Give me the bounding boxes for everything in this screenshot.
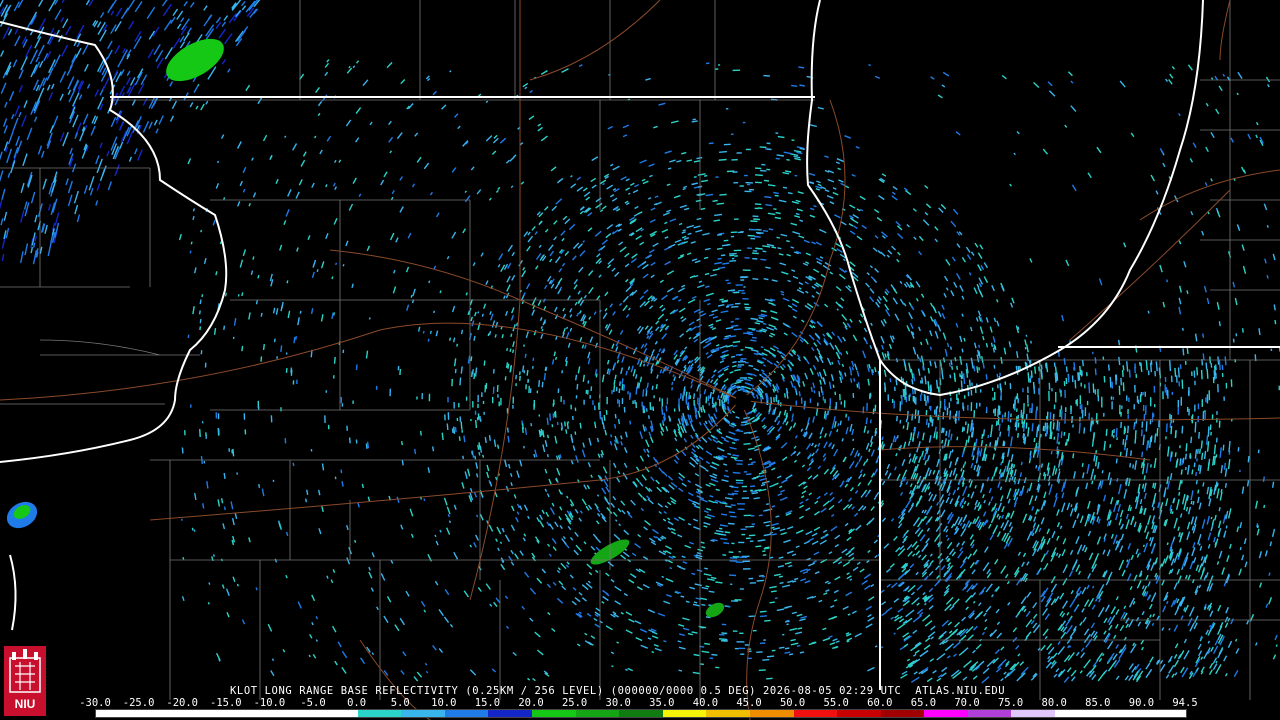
scale-tick-label: 80.0	[1041, 697, 1067, 709]
scale-tick-label: 55.0	[823, 697, 849, 709]
scale-color-segment	[837, 710, 881, 717]
scale-color-segment	[488, 710, 532, 717]
scale-color-segment	[1011, 710, 1056, 717]
scale-color-segment	[313, 710, 358, 717]
scale-tick-label: 10.0	[431, 697, 457, 709]
scale-tick-label: 65.0	[910, 697, 937, 709]
scale-tick-label: 40.0	[692, 697, 719, 709]
scale-color-segment	[401, 710, 445, 717]
scale-color-segment	[531, 710, 576, 717]
radar-site-marker	[735, 394, 751, 410]
scale-tick-label: 85.0	[1085, 697, 1111, 709]
scale-color-segment	[662, 710, 707, 717]
product-title: KLOT LONG RANGE BASE REFLECTIVITY (0.25K…	[230, 685, 1006, 697]
scale-tick-label: -5.0	[300, 697, 326, 709]
scale-tick-label: 20.0	[518, 697, 544, 709]
scale-tick-label: 25.0	[561, 697, 588, 709]
scale-color-segment	[139, 710, 184, 717]
scale-tick-label: -30.0	[79, 697, 111, 709]
scale-tick-label: 15.0	[474, 697, 501, 709]
scale-color-segment	[706, 710, 750, 717]
scale-color-segment	[270, 710, 314, 717]
scale-color-segment	[575, 710, 620, 717]
scale-color-segment	[749, 710, 794, 717]
scale-color-segment	[357, 710, 402, 717]
scale-color-segment	[1142, 710, 1186, 717]
scale-color-segment	[226, 710, 271, 717]
radar-map	[0, 0, 1280, 720]
niu-logo: NIU	[4, 646, 46, 716]
scale-color-segment	[444, 710, 489, 717]
scale-color-segment	[183, 710, 227, 717]
scale-color-segment	[967, 710, 1012, 717]
scale-tick-label: 60.0	[867, 697, 893, 709]
scale-tick-label: 0.0	[347, 697, 367, 709]
scale-color-segment	[1055, 710, 1099, 717]
scale-tick-label: 5.0	[390, 697, 410, 709]
scale-tick-label: -20.0	[166, 697, 198, 709]
scale-tick-label: 75.0	[997, 697, 1024, 709]
scale-tick-label: -10.0	[253, 697, 286, 709]
color-scale-bar	[95, 709, 1187, 718]
scale-color-segment	[1098, 710, 1143, 717]
scale-tick-label: 90.0	[1128, 697, 1155, 709]
scale-tick-label: 30.0	[605, 697, 631, 709]
scale-color-segment	[619, 710, 663, 717]
scale-tick-label: 70.0	[954, 697, 980, 709]
color-scale-labels: -30.0 -25.0 -20.0 -15.0 -10.0 -5.0 0.0 5.0 10.0 1…	[79, 697, 1198, 709]
scale-color-segment	[924, 710, 968, 717]
scale-tick-label: 50.0	[779, 697, 806, 709]
scale-tick-label: 45.0	[736, 697, 762, 709]
scale-tick-label: 35.0	[649, 697, 675, 709]
scale-color-segment	[880, 710, 925, 717]
scale-tick-label: 94.5	[1172, 697, 1198, 709]
scale-color-segment	[96, 710, 140, 717]
scale-tick-label: -25.0	[122, 697, 155, 709]
scale-color-segment	[793, 710, 838, 717]
scale-tick-label: -15.0	[209, 697, 242, 709]
